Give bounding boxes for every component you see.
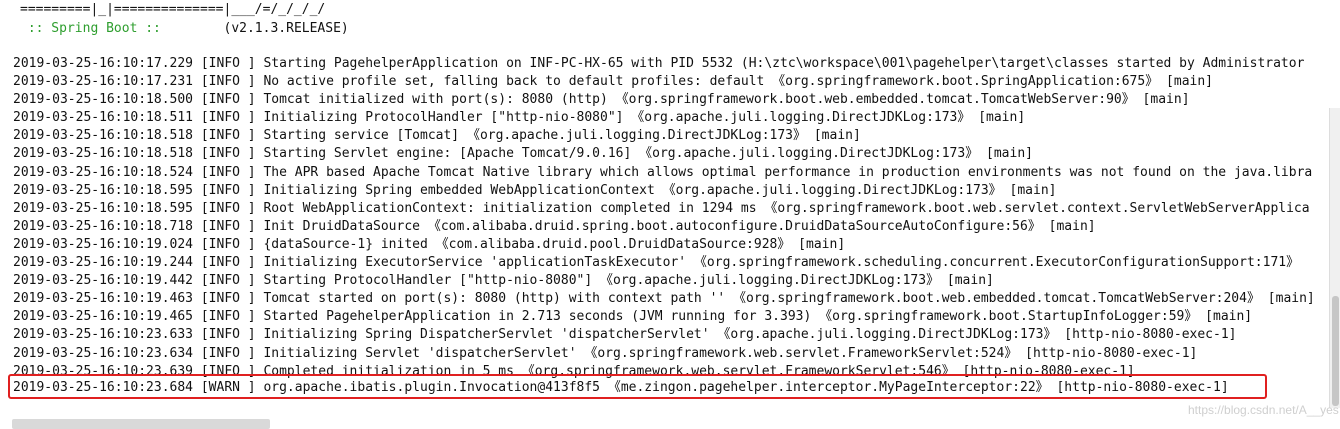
watermark: https://blog.csdn.net/A__yes bbox=[1188, 403, 1339, 417]
log-line: 2019-03-25-16:10:18.718 [INFO ] Init Dru… bbox=[13, 218, 1096, 234]
log-line: 2019-03-25-16:10:18.524 [INFO ] The APR … bbox=[13, 164, 1313, 180]
horizontal-scrollbar-thumb[interactable] bbox=[12, 419, 270, 429]
log-line: 2019-03-25-16:10:18.595 [INFO ] Initiali… bbox=[13, 182, 1057, 198]
log-line: 2019-03-25-16:10:19.244 [INFO ] Initiali… bbox=[13, 255, 1300, 271]
warn-log-line: 2019-03-25-16:10:23.684 [WARN ] org.apac… bbox=[13, 380, 1229, 395]
log-line: 2019-03-25-16:10:17.229 [INFO ] Starting… bbox=[13, 56, 1305, 71]
log-line: 2019-03-25-16:10:17.231 [INFO ] No activ… bbox=[13, 74, 1213, 90]
log-line: 2019-03-25-16:10:23.634 [INFO ] Initiali… bbox=[13, 345, 1198, 361]
console-output: =========|_|==============|___/=/_/_/_/ … bbox=[0, 0, 1340, 429]
log-line: 2019-03-25-16:10:18.500 [INFO ] Tomcat i… bbox=[13, 92, 1190, 108]
banner-ascii-art: =========|_|==============|___/=/_/_/_/ bbox=[20, 2, 326, 17]
log-lines: 2019-03-25-16:10:17.229 [INFO ] Starting… bbox=[13, 55, 1333, 381]
log-line: 2019-03-25-16:10:18.518 [INFO ] Starting… bbox=[13, 146, 1033, 162]
spring-boot-label: :: Spring Boot :: bbox=[20, 21, 169, 36]
vertical-scrollbar-thumb[interactable] bbox=[1332, 296, 1339, 406]
log-line: 2019-03-25-16:10:23.633 [INFO ] Initiali… bbox=[13, 327, 1237, 343]
banner-spring-boot: :: Spring Boot :: (v2.1.3.RELEASE) bbox=[20, 20, 349, 38]
vertical-scrollbar[interactable] bbox=[1329, 108, 1340, 408]
log-line: 2019-03-25-16:10:19.463 [INFO ] Tomcat s… bbox=[13, 291, 1315, 307]
log-line: 2019-03-25-16:10:18.518 [INFO ] Starting… bbox=[13, 128, 861, 144]
log-line: 2019-03-25-16:10:18.511 [INFO ] Initiali… bbox=[13, 110, 1026, 126]
log-line: 2019-03-25-16:10:18.595 [INFO ] Root Web… bbox=[13, 200, 1310, 216]
log-line: 2019-03-25-16:10:19.465 [INFO ] Started … bbox=[13, 309, 1253, 325]
log-line: 2019-03-25-16:10:19.024 [INFO ] {dataSou… bbox=[13, 236, 846, 252]
spring-boot-version: (v2.1.3.RELEASE) bbox=[168, 21, 349, 36]
log-line: 2019-03-25-16:10:19.442 [INFO ] Starting… bbox=[13, 273, 994, 289]
